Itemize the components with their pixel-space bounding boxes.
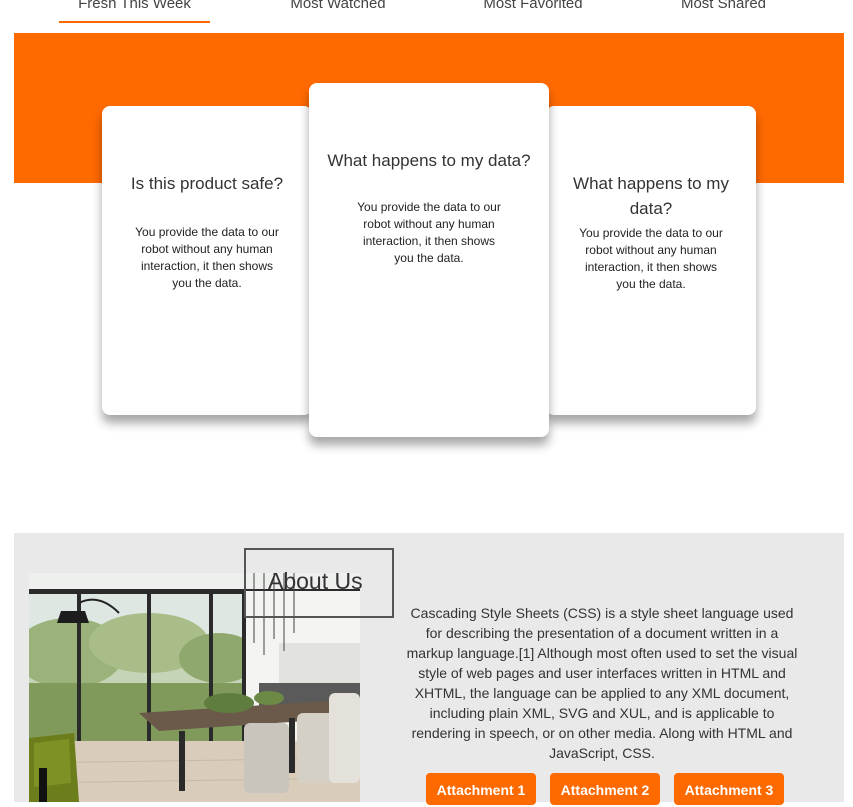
faq-card-featured: What happens to my data? You provide the… [309,83,549,437]
card-body: You provide the data to our robot withou… [135,225,279,290]
card-title: Is this product safe? [130,174,284,193]
about-section: About Us Cascading Style Sheets (CSS) is… [14,533,844,805]
attachment-2-button[interactable]: Attachment 2 [550,773,660,805]
tab-most-favorited[interactable]: Most Favorited [470,0,596,23]
card-body: You provide the data to our robot withou… [579,226,723,291]
card-title: What happens to my data? [573,174,729,218]
attachment-1-button[interactable]: Attachment 1 [426,773,536,805]
about-title: About Us [268,568,363,594]
about-text: Cascading Style Sheets (CSS) is a style … [406,605,798,761]
attachment-3-button[interactable]: Attachment 3 [674,773,784,805]
faq-card: What happens to my data? You provide the… [546,106,756,415]
tab-most-watched[interactable]: Most Watched [276,0,400,23]
card-body: You provide the data to our robot withou… [357,200,501,265]
card-title: What happens to my data? [327,151,531,170]
tab-fresh-this-week[interactable]: Fresh This Week [59,0,210,23]
tab-bar: Fresh This Week Most Watched Most Favori… [0,0,853,33]
faq-card: Is this product safe? You provide the da… [102,106,312,415]
tab-most-shared[interactable]: Most Shared [668,0,779,23]
